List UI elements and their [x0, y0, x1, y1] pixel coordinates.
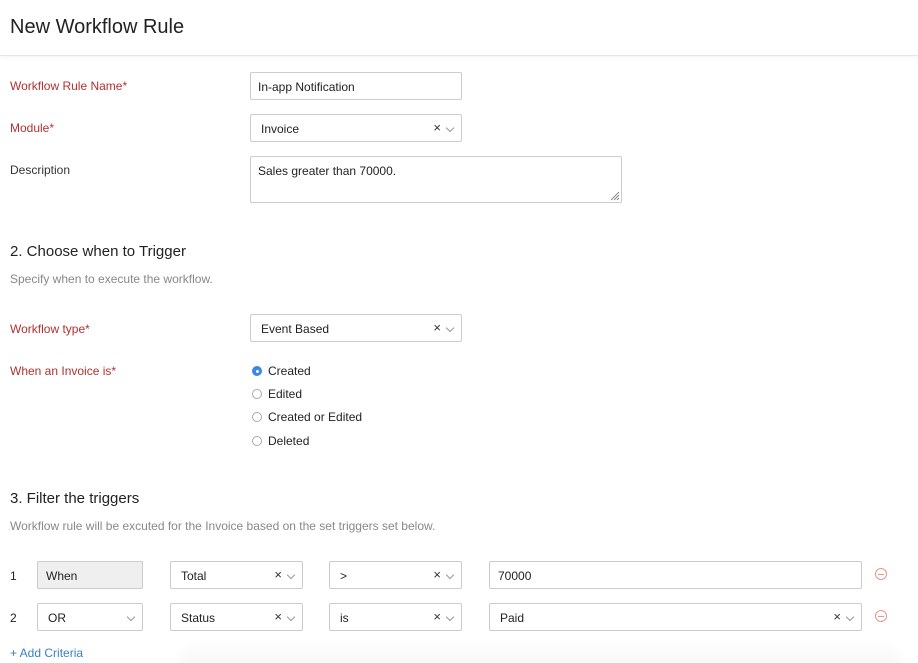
radio-edited[interactable]: Edited [252, 387, 302, 401]
chevron-down-icon[interactable] [445, 123, 455, 133]
radio-checked-icon[interactable] [252, 366, 262, 376]
clear-icon[interactable]: × [433, 321, 441, 335]
criteria-value-select[interactable]: Paid × [489, 603, 862, 631]
radio-deleted[interactable]: Deleted [252, 434, 309, 448]
criteria-row-number: 1 [10, 569, 17, 583]
module-label: Module* [10, 121, 55, 135]
clear-icon[interactable]: × [433, 610, 441, 624]
criteria-field-select[interactable]: Status × [170, 603, 303, 631]
operator-value: is [340, 611, 349, 625]
connector-value: OR [48, 611, 66, 625]
field-value: Status [181, 611, 216, 625]
chevron-down-icon[interactable] [445, 612, 455, 622]
rule-name-value: In-app Notification [258, 80, 355, 94]
criteria-row-number: 2 [10, 611, 17, 625]
clear-icon[interactable]: × [274, 568, 282, 582]
clear-icon[interactable]: × [433, 121, 441, 135]
workflow-type-label: Workflow type* [10, 322, 90, 336]
when-invoice-label: When an Invoice is* [10, 364, 117, 378]
connector-value: When [46, 569, 78, 583]
radio-unchecked-icon[interactable] [252, 436, 262, 446]
chevron-down-icon[interactable] [445, 323, 455, 333]
module-value: Invoice [261, 122, 300, 136]
chevron-down-icon[interactable] [845, 612, 855, 622]
page-title: New Workflow Rule [10, 16, 185, 38]
chevron-down-icon[interactable] [445, 570, 455, 580]
radio-unchecked-icon[interactable] [252, 389, 262, 399]
radio-created-or-edited[interactable]: Created or Edited [252, 410, 362, 424]
field-value: Total [181, 569, 207, 583]
clear-icon[interactable]: × [433, 568, 441, 582]
footer-shadow [180, 640, 900, 663]
chevron-down-icon[interactable] [286, 612, 296, 622]
description-value: Sales greater than 70000. [258, 164, 397, 178]
value-text: Paid [500, 611, 525, 625]
page-header: New Workflow Rule [0, 0, 918, 56]
criteria-operator-select[interactable]: is × [329, 603, 462, 631]
chevron-down-icon[interactable] [126, 612, 136, 622]
criteria-field-select[interactable]: Total × [170, 561, 303, 589]
description-textarea[interactable]: Sales greater than 70000. [250, 156, 622, 203]
radio-label: Edited [268, 387, 303, 401]
criteria-connector-select[interactable]: OR [37, 603, 143, 631]
clear-icon[interactable]: × [274, 610, 282, 624]
workflow-type-select[interactable]: Event Based × [250, 314, 462, 342]
clear-icon[interactable]: × [833, 610, 841, 624]
resize-handle-icon[interactable] [608, 189, 620, 201]
radio-unchecked-icon[interactable] [252, 412, 262, 422]
criteria-value-input[interactable]: 70000 [489, 561, 862, 589]
radio-label: Created or Edited [268, 410, 363, 424]
workflow-type-value: Event Based [261, 322, 330, 336]
filter-section-subtitle: Workflow rule will be excuted for the In… [10, 519, 436, 533]
description-label: Description [10, 163, 71, 177]
criteria-operator-select[interactable]: > × [329, 561, 462, 589]
rule-name-input[interactable]: In-app Notification [250, 72, 462, 100]
filter-section-title: 3. Filter the triggers [10, 490, 140, 507]
radio-label: Created [268, 364, 311, 378]
criteria-connector: When [37, 561, 143, 589]
trigger-section-title: 2. Choose when to Trigger [10, 243, 186, 260]
radio-label: Deleted [268, 434, 310, 448]
chevron-down-icon[interactable] [286, 570, 296, 580]
add-criteria-link[interactable]: + Add Criteria [10, 646, 83, 660]
rule-name-label: Workflow Rule Name* [10, 79, 128, 93]
radio-created[interactable]: Created [252, 364, 311, 378]
trigger-section-subtitle: Specify when to execute the workflow. [10, 272, 213, 286]
operator-value: > [340, 569, 348, 583]
remove-circle-icon[interactable] [875, 610, 887, 622]
value-text: 70000 [498, 569, 532, 583]
remove-circle-icon[interactable] [875, 568, 887, 580]
module-select[interactable]: Invoice × [250, 114, 462, 142]
